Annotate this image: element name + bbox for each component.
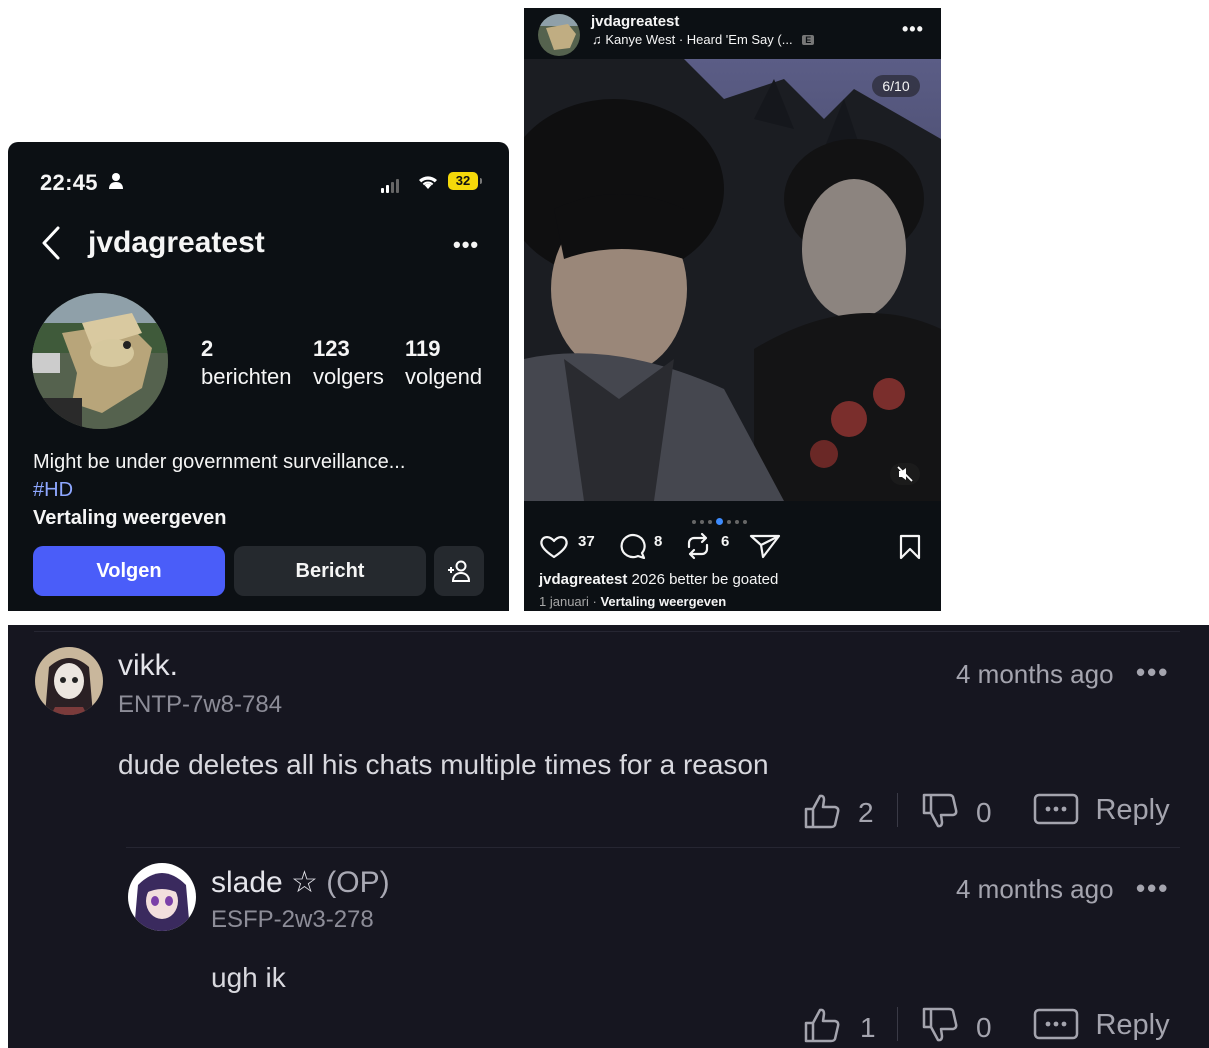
comment-author-name: slade ☆ bbox=[211, 866, 318, 899]
comment-personality-tag: ENTP-7w8-784 bbox=[118, 691, 283, 718]
dislike-count: 0 bbox=[976, 797, 992, 828]
post-music-line[interactable]: ♫ Kanye West · Heard 'Em Say (... E bbox=[592, 32, 815, 47]
comment-count[interactable]: 8 bbox=[654, 533, 662, 550]
repost-icon[interactable] bbox=[684, 532, 712, 560]
carousel-dots bbox=[692, 513, 751, 531]
comment-author[interactable]: slade ☆ (OP) bbox=[211, 865, 390, 900]
battery-tip bbox=[480, 178, 482, 184]
comment-more-icon[interactable]: ••• bbox=[1136, 873, 1169, 904]
stat-followers-number: 123 bbox=[313, 336, 350, 361]
divider bbox=[126, 847, 1180, 848]
follow-button[interactable]: Volgen bbox=[33, 546, 225, 596]
bio-text: Might be under government surveillance..… bbox=[33, 451, 406, 473]
stat-posts-label: berichten bbox=[201, 364, 292, 389]
comment-text: ugh ik bbox=[211, 962, 286, 993]
like-count: 1 bbox=[860, 1012, 876, 1043]
carousel-dot bbox=[700, 519, 704, 524]
date-separator: · bbox=[592, 594, 597, 609]
comment-text: dude deletes all his chats multiple time… bbox=[118, 749, 769, 780]
divider bbox=[34, 631, 1180, 632]
muted-speaker-icon bbox=[897, 466, 913, 482]
carousel-dot bbox=[727, 519, 731, 524]
battery-indicator: 32 bbox=[448, 172, 478, 190]
profile-username: jvdagreatest bbox=[88, 226, 265, 259]
comment-author[interactable]: vikk. bbox=[118, 649, 178, 683]
profile-bio: Might be under government surveillance..… bbox=[33, 448, 405, 532]
carousel-dot bbox=[708, 519, 712, 524]
explicit-badge: E bbox=[802, 35, 815, 45]
action-divider bbox=[897, 1007, 898, 1041]
caption-text: 2026 better be goated bbox=[631, 571, 779, 588]
status-time: 22:45 bbox=[40, 170, 98, 195]
post-date-line: 1 januari · Vertaling weergeven bbox=[539, 594, 726, 609]
reply-label: Reply bbox=[1095, 793, 1170, 826]
like-heart-icon[interactable] bbox=[539, 535, 569, 559]
add-person-icon bbox=[448, 560, 471, 582]
comments-screenshot: vikk. ENTP-7w8-784 4 months ago ••• dude… bbox=[8, 625, 1209, 1048]
reply-button[interactable]: Reply bbox=[1033, 1008, 1170, 1042]
caption-username[interactable]: jvdagreatest bbox=[539, 571, 627, 588]
dislike-count: 0 bbox=[976, 1012, 992, 1043]
comment-avatar[interactable] bbox=[128, 863, 196, 931]
post-music-text: Kanye West · Heard 'Em Say (... bbox=[605, 32, 793, 47]
comment-personality-tag: ESFP-2w3-278 bbox=[211, 906, 374, 933]
stat-posts[interactable]: 2 berichten bbox=[201, 335, 292, 391]
share-send-icon[interactable] bbox=[749, 533, 781, 559]
chat-bubble-icon bbox=[1033, 793, 1079, 825]
carousel-counter: 6/10 bbox=[872, 75, 920, 97]
save-bookmark-icon[interactable] bbox=[898, 534, 922, 560]
profile-screenshot: 22:45 32 jvdagreatest ••• 2 berichten 12… bbox=[8, 142, 509, 611]
thumbs-down-icon[interactable] bbox=[921, 1006, 959, 1044]
post-photo[interactable] bbox=[524, 59, 941, 501]
carousel-dot bbox=[735, 519, 739, 524]
stat-followers-label: volgers bbox=[313, 364, 384, 389]
repost-count[interactable]: 6 bbox=[721, 533, 729, 550]
mute-button[interactable] bbox=[890, 463, 920, 485]
post-translate-link[interactable]: Vertaling weergeven bbox=[600, 594, 726, 609]
thumbs-down-icon[interactable] bbox=[921, 792, 959, 830]
like-count[interactable]: 37 bbox=[578, 533, 595, 550]
stat-followers[interactable]: 123 volgers bbox=[313, 335, 384, 391]
stat-posts-number: 2 bbox=[201, 336, 214, 361]
post-date: 1 januari bbox=[539, 594, 589, 609]
signal-strength-icon bbox=[381, 175, 401, 193]
comment-icon[interactable] bbox=[618, 533, 646, 559]
post-screenshot: jvdagreatest ♫ Kanye West · Heard 'Em Sa… bbox=[524, 8, 941, 611]
stat-following-number: 119 bbox=[405, 336, 441, 361]
op-label: (OP) bbox=[326, 866, 390, 899]
profile-avatar[interactable] bbox=[32, 293, 168, 429]
reply-label: Reply bbox=[1095, 1008, 1170, 1041]
comment-timestamp: 4 months ago bbox=[956, 659, 1114, 689]
post-caption: jvdagreatest 2026 better be goated bbox=[539, 571, 778, 588]
translate-link[interactable]: Vertaling weergeven bbox=[33, 504, 405, 532]
post-username[interactable]: jvdagreatest bbox=[591, 13, 679, 30]
thumbs-up-icon[interactable] bbox=[803, 792, 841, 830]
post-avatar[interactable] bbox=[538, 14, 580, 56]
comment-avatar[interactable] bbox=[35, 647, 103, 715]
stat-following[interactable]: 119 volgend bbox=[405, 335, 482, 391]
back-arrow-icon[interactable] bbox=[40, 226, 62, 260]
carousel-dot bbox=[743, 519, 747, 524]
person-status-icon bbox=[109, 173, 123, 189]
carousel-dot-active bbox=[716, 518, 723, 526]
comment-timestamp: 4 months ago bbox=[956, 874, 1114, 904]
post-more-icon[interactable]: ••• bbox=[902, 19, 924, 40]
stat-following-label: volgend bbox=[405, 364, 483, 389]
like-count: 2 bbox=[858, 797, 874, 828]
thumbs-up-icon[interactable] bbox=[803, 1006, 841, 1044]
comment-author-name: vikk. bbox=[118, 649, 178, 682]
more-options-icon[interactable]: ••• bbox=[453, 232, 479, 258]
music-note-icon: ♫ bbox=[592, 32, 602, 47]
action-divider bbox=[897, 793, 898, 827]
wifi-icon bbox=[419, 176, 437, 189]
comment-more-icon[interactable]: ••• bbox=[1136, 657, 1169, 688]
message-button[interactable]: Bericht bbox=[234, 546, 426, 596]
carousel-dot bbox=[692, 519, 696, 524]
bio-hashtag[interactable]: #HD bbox=[33, 476, 405, 504]
chat-bubble-icon bbox=[1033, 1008, 1079, 1040]
reply-button[interactable]: Reply bbox=[1033, 793, 1170, 827]
suggest-people-button[interactable] bbox=[434, 546, 484, 596]
